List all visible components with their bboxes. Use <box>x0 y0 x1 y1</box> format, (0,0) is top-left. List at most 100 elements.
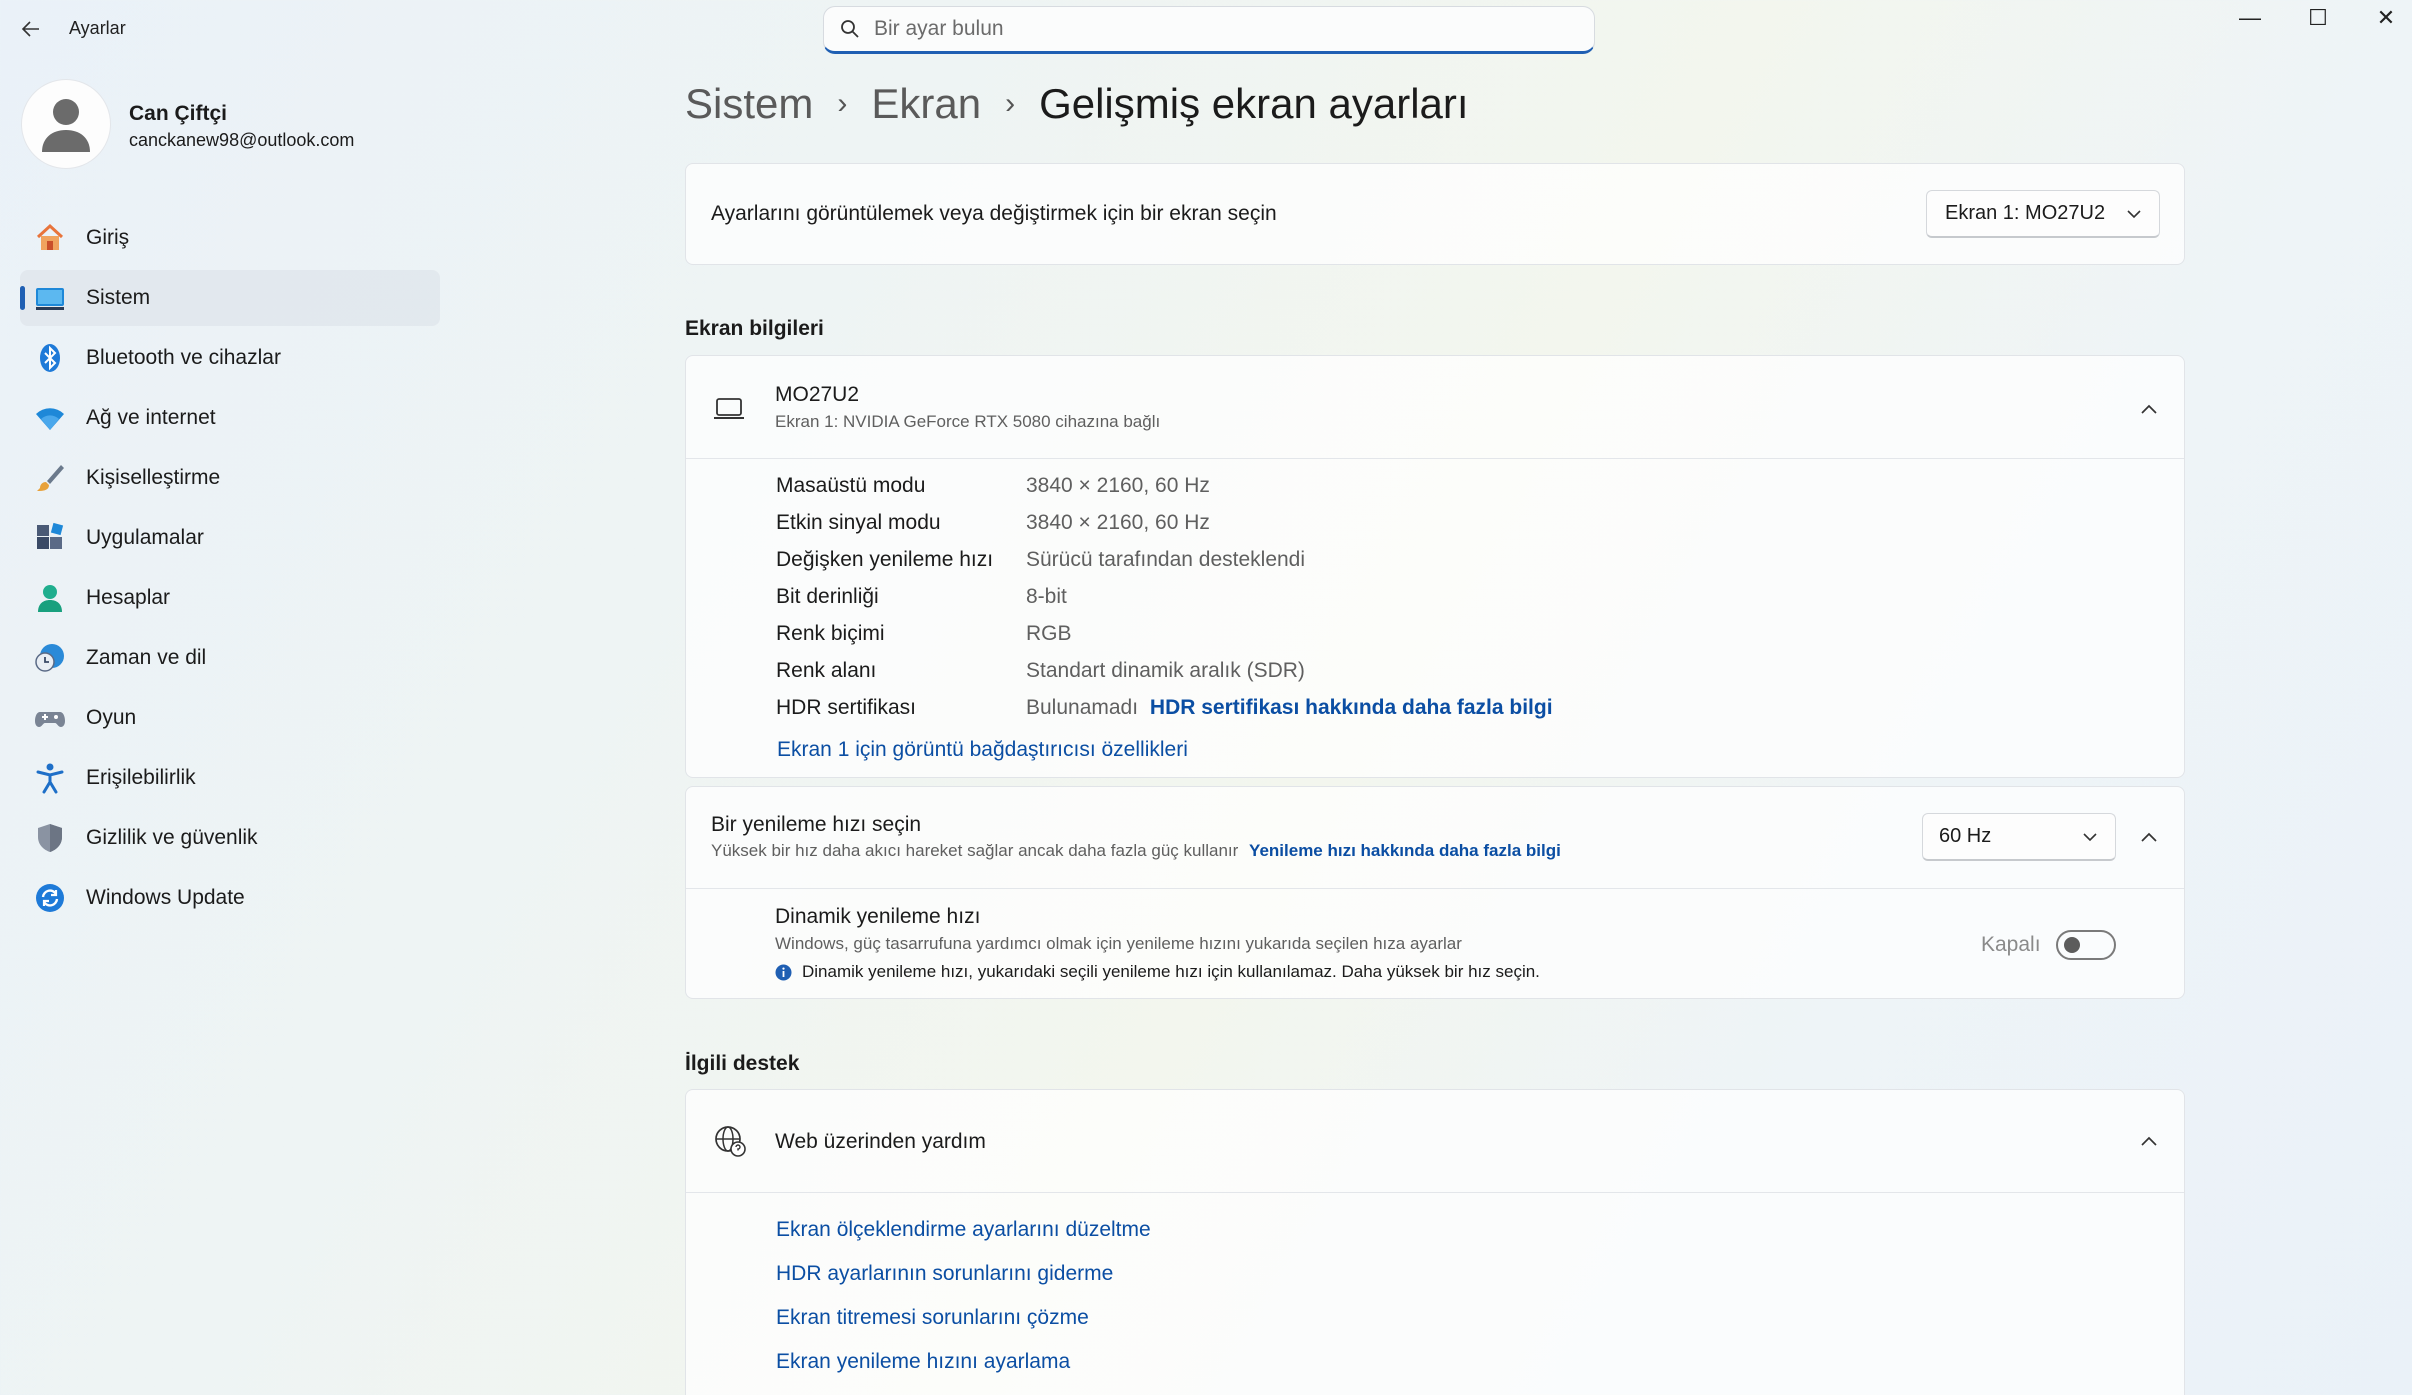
refresh-rate-card: Bir yenileme hızı seçin Yüksek bir hız d… <box>685 786 2185 999</box>
wifi-icon <box>32 400 68 436</box>
info-value: RGB <box>1026 622 1072 645</box>
dynamic-refresh-note-text: Dinamik yenileme hızı, yukarıdaki seçili… <box>802 962 1540 981</box>
support-links: Ekran ölçeklendirme ayarlarını düzeltme … <box>776 1218 1151 1394</box>
info-icon <box>775 964 792 980</box>
user-name: Can Çiftçi <box>129 102 228 125</box>
system-monitor-icon <box>32 280 68 316</box>
account-icon <box>32 580 68 616</box>
info-label: Değişken yenileme hızı <box>776 548 994 571</box>
display-info-heading: Ekran bilgileri <box>685 317 824 340</box>
collapse-button[interactable] <box>2132 392 2166 426</box>
close-button[interactable]: ✕ <box>2351 0 2412 36</box>
sidebar-item-network[interactable]: Ağ ve internet <box>20 390 440 446</box>
sidebar-item-privacy[interactable]: Gizlilik ve güvenlik <box>20 810 440 866</box>
refresh-rate-description: Yüksek bir hız daha akıcı hareket sağlar… <box>711 841 1239 860</box>
monitor-name: MO27U2 <box>775 383 860 406</box>
sidebar-item-time-language[interactable]: Zaman ve dil <box>20 630 440 686</box>
maximize-button[interactable]: ☐ <box>2283 0 2353 36</box>
display-select-dropdown[interactable]: Ekran 1: MO27U2 <box>1926 190 2160 238</box>
sidebar-item-label: Ağ ve internet <box>86 406 216 429</box>
support-link[interactable]: Ekran yenileme hızını ayarlama <box>776 1350 1151 1394</box>
sidebar-nav: Giriş Sistem Bluetooth ve cihazlar Ağ ve… <box>20 210 440 930</box>
sidebar-item-windows-update[interactable]: Windows Update <box>20 870 440 926</box>
chevron-down-icon <box>2127 209 2141 218</box>
app-title: Ayarlar <box>69 18 126 38</box>
divider <box>686 888 2184 889</box>
dynamic-refresh-subtitle: Windows, güç tasarrufuna yardımcı olmak … <box>775 934 1462 953</box>
web-help-title: Web üzerinden yardım <box>775 1130 986 1153</box>
breadcrumb-item-display[interactable]: Ekran <box>871 80 981 128</box>
brush-icon <box>32 460 68 496</box>
sidebar-item-label: Gizlilik ve güvenlik <box>86 826 258 849</box>
chevron-down-icon <box>2083 832 2097 841</box>
info-label: Masaüstü modu <box>776 474 926 497</box>
sidebar-item-label: Erişilebilirlik <box>86 766 196 789</box>
info-value: Bulunamadı HDR sertifikası hakkında daha… <box>1026 696 1553 720</box>
back-arrow-icon <box>21 21 39 37</box>
breadcrumb: Sistem › Ekran › Gelişmiş ekran ayarları <box>685 80 1469 128</box>
breadcrumb-item-system[interactable]: Sistem <box>685 80 813 128</box>
sidebar-item-home[interactable]: Giriş <box>20 210 440 266</box>
sidebar-item-label: Sistem <box>86 286 151 309</box>
divider <box>686 1192 2184 1193</box>
hdr-info-link[interactable]: HDR sertifikası hakkında daha fazla bilg… <box>1150 696 1553 719</box>
refresh-rate-dropdown[interactable]: 60 Hz <box>1922 813 2116 861</box>
minimize-button[interactable]: — <box>2215 0 2285 36</box>
sidebar-item-accessibility[interactable]: Erişilebilirlik <box>20 750 440 806</box>
back-button[interactable] <box>14 12 48 46</box>
refresh-rate-title: Bir yenileme hızı seçin <box>711 813 922 836</box>
related-support-card: Web üzerinden yardım Ekran ölçeklendirme… <box>685 1089 2185 1395</box>
page-title: Gelişmiş ekran ayarları <box>1039 80 1469 127</box>
sidebar-item-label: Kişiselleştirme <box>86 466 221 489</box>
apps-icon <box>32 520 68 556</box>
display-info-card: MO27U2 Ekran 1: NVIDIA GeForce RTX 5080 … <box>685 355 2185 778</box>
collapse-button[interactable] <box>2132 820 2166 854</box>
support-link[interactable]: HDR ayarlarının sorunlarını giderme <box>776 1262 1151 1306</box>
info-value: 3840 × 2160, 60 Hz <box>1026 474 1210 497</box>
divider <box>686 458 2184 459</box>
search-box[interactable] <box>823 6 1595 54</box>
info-label: Etkin sinyal modu <box>776 511 941 534</box>
chevron-up-icon <box>2141 832 2157 842</box>
related-support-heading: İlgili destek <box>685 1052 800 1075</box>
support-link[interactable]: Ekran titremesi sorunlarını çözme <box>776 1306 1151 1350</box>
refresh-rate-value: 60 Hz <box>1939 825 1992 847</box>
time-language-icon <box>32 640 68 676</box>
display-select-card: Ayarlarını görüntülemek veya değiştirmek… <box>685 163 2185 265</box>
dynamic-refresh-title: Dinamik yenileme hızı <box>775 905 981 928</box>
sidebar-item-system[interactable]: Sistem <box>20 270 440 326</box>
accessibility-icon <box>32 760 68 796</box>
title-bar: Ayarlar — ☐ ✕ <box>0 0 2412 60</box>
refresh-rate-info-link[interactable]: Yenileme hızı hakkında daha fazla bilgi <box>1249 841 1561 860</box>
search-input[interactable] <box>874 17 1554 41</box>
update-icon <box>32 880 68 916</box>
chevron-up-icon <box>2141 1136 2157 1146</box>
globe-help-icon <box>715 1126 746 1157</box>
user-avatar-icon <box>42 99 90 152</box>
adapter-properties-link[interactable]: Ekran 1 için görüntü bağdaştırıcısı özel… <box>777 738 1188 762</box>
monitor-subtitle: Ekran 1: NVIDIA GeForce RTX 5080 cihazın… <box>775 412 1161 431</box>
info-label: Bit derinliği <box>776 585 879 608</box>
sidebar-item-personalization[interactable]: Kişiselleştirme <box>20 450 440 506</box>
dynamic-refresh-note: Dinamik yenileme hızı, yukarıdaki seçili… <box>775 962 1540 982</box>
sidebar-item-label: Oyun <box>86 706 137 729</box>
shield-icon <box>32 820 68 856</box>
support-link[interactable]: Ekran ölçeklendirme ayarlarını düzeltme <box>776 1218 1151 1262</box>
sidebar-item-bluetooth[interactable]: Bluetooth ve cihazlar <box>20 330 440 386</box>
avatar[interactable] <box>22 80 110 168</box>
info-value: Sürücü tarafından desteklendi <box>1026 548 1306 571</box>
chevron-up-icon <box>2141 404 2157 414</box>
sidebar-item-label: Bluetooth ve cihazlar <box>86 346 281 369</box>
gamepad-icon <box>32 700 68 736</box>
collapse-button[interactable] <box>2132 1124 2166 1158</box>
info-value: 8-bit <box>1026 585 1067 608</box>
sidebar-item-apps[interactable]: Uygulamalar <box>20 510 440 566</box>
sidebar-item-label: Zaman ve dil <box>86 646 207 669</box>
sidebar-item-accounts[interactable]: Hesaplar <box>20 570 440 626</box>
sidebar-item-gaming[interactable]: Oyun <box>20 690 440 746</box>
dynamic-refresh-toggle[interactable] <box>2056 930 2116 960</box>
laptop-icon <box>714 398 744 419</box>
info-label: Renk biçimi <box>776 622 885 645</box>
info-value: 3840 × 2160, 60 Hz <box>1026 511 1210 534</box>
bluetooth-icon <box>32 340 68 376</box>
